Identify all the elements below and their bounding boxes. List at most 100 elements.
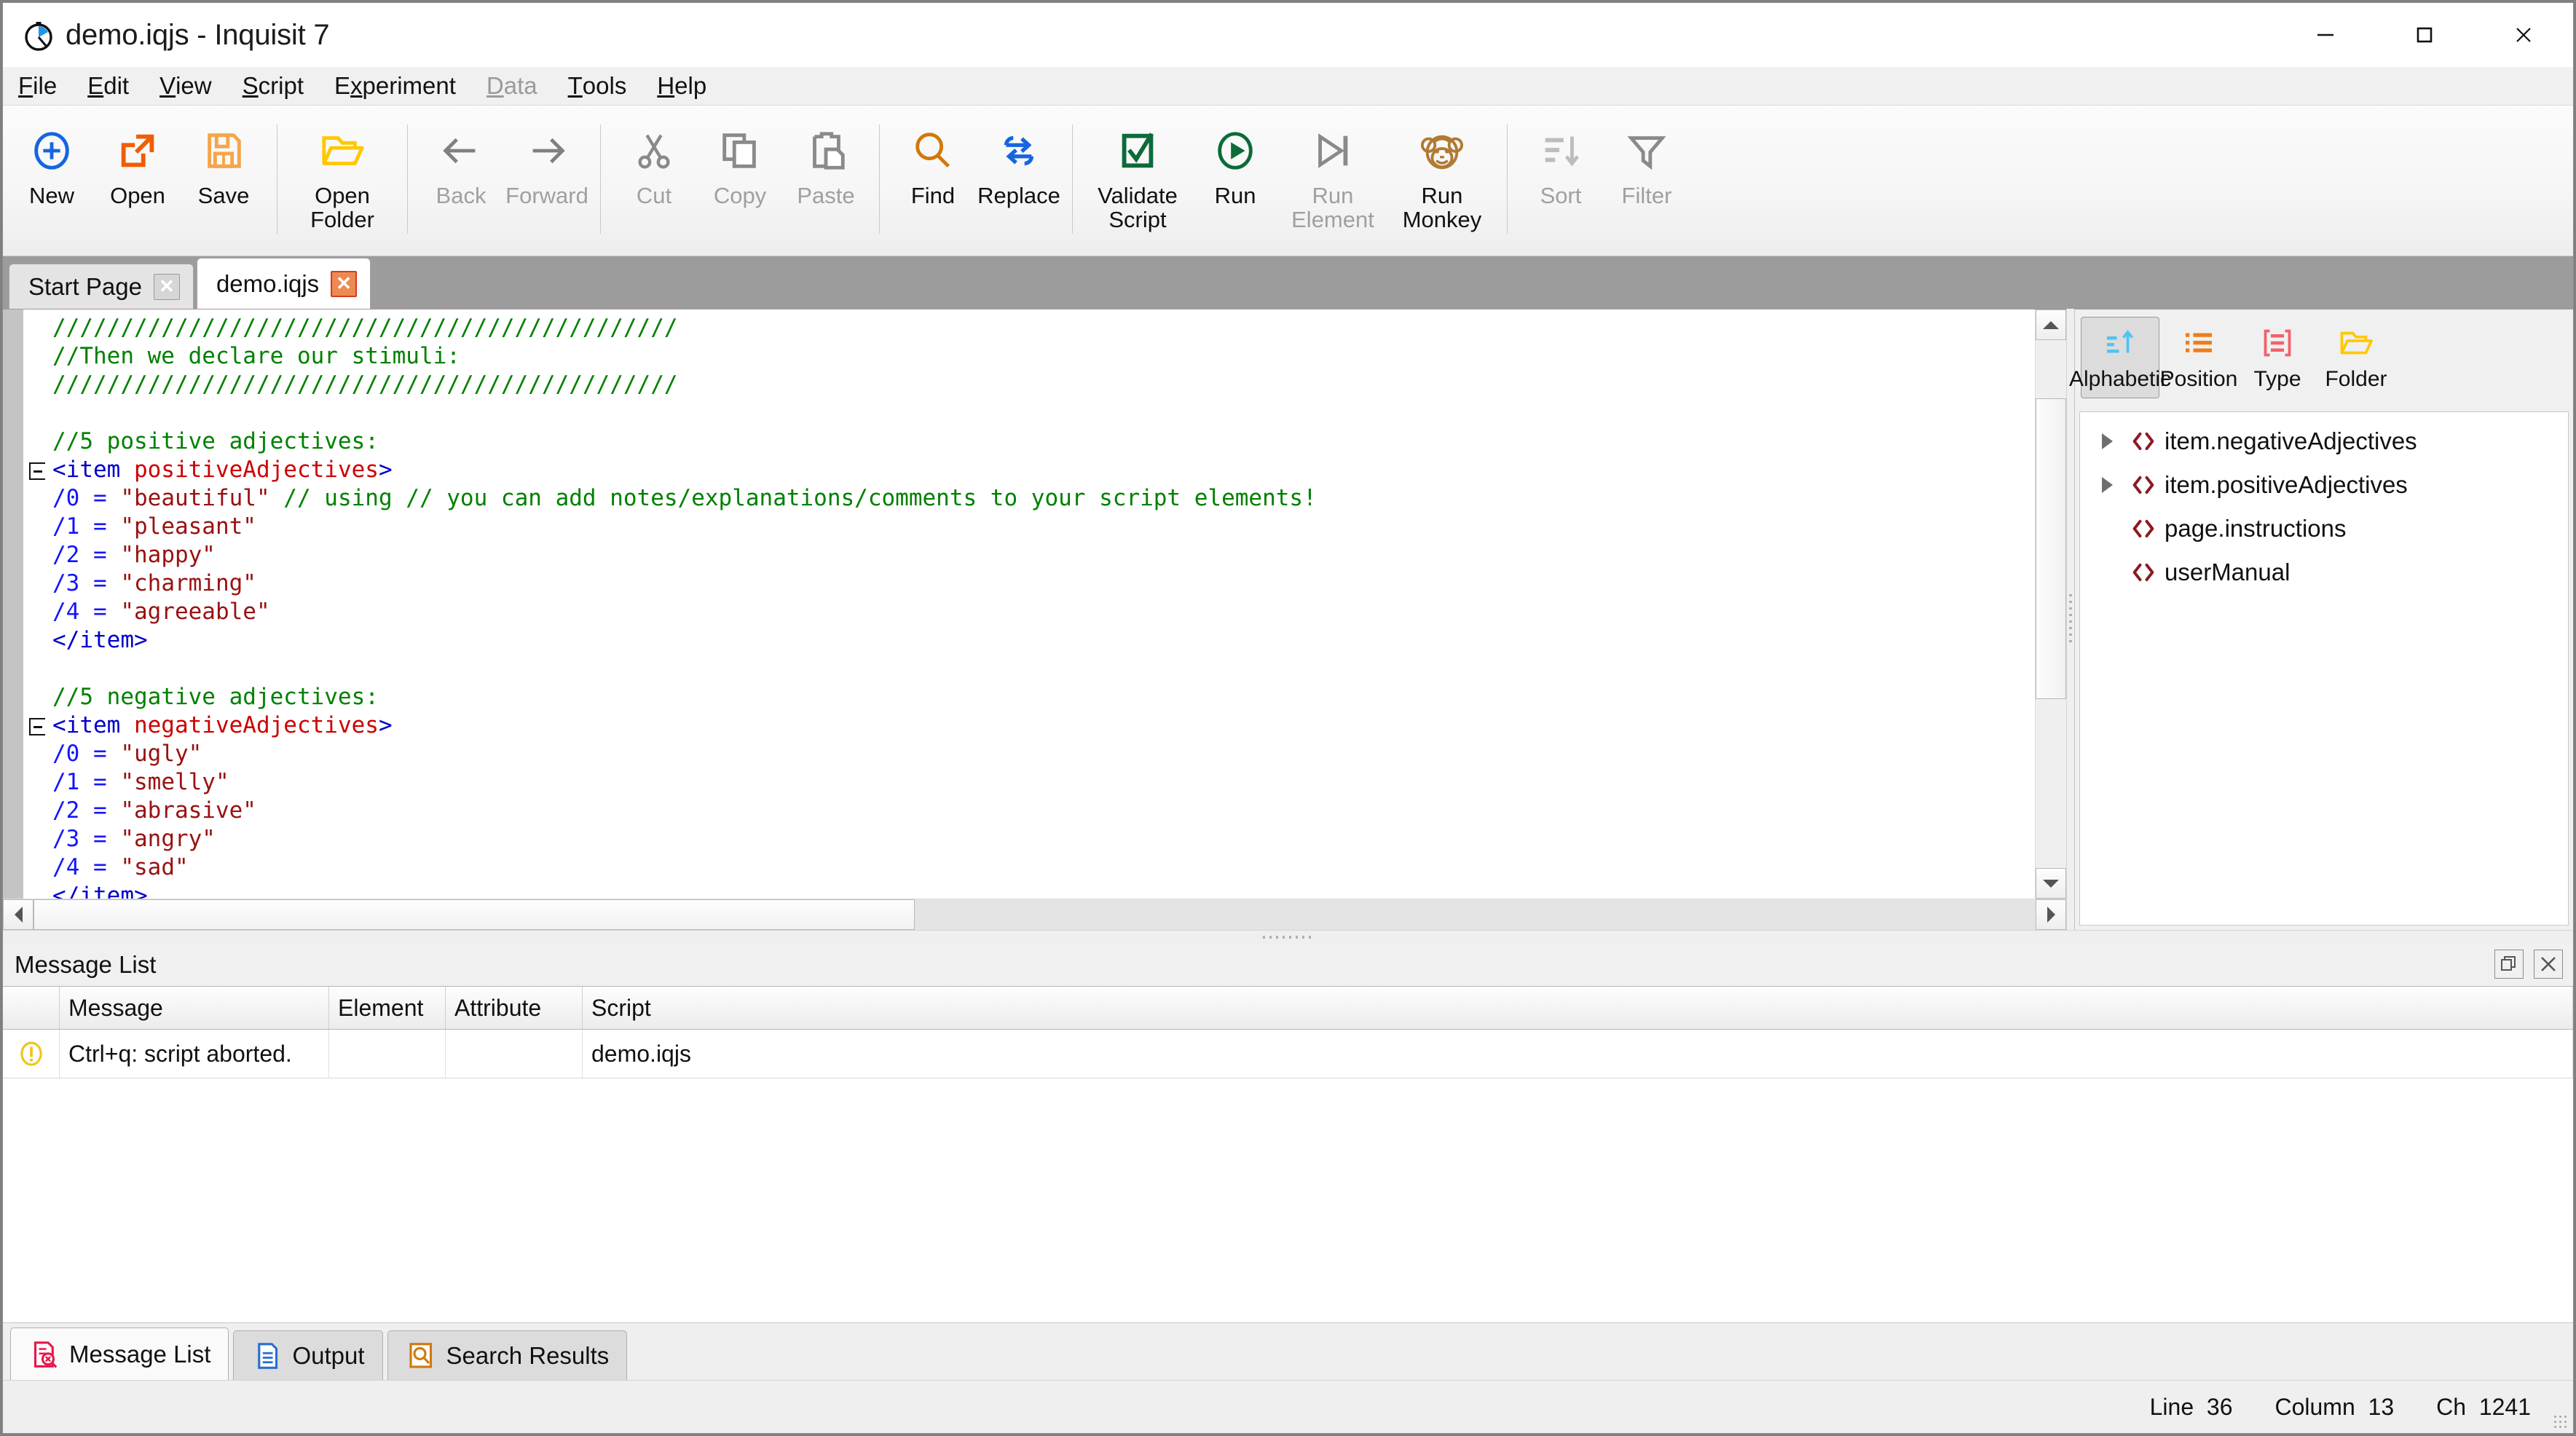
tree-item-label: page.instructions <box>2165 515 2347 542</box>
status-ch-label: Ch <box>2436 1393 2467 1420</box>
close-icon[interactable] <box>2474 3 2573 67</box>
toolbar-button-label: New <box>28 183 74 208</box>
editor-fold-margin <box>23 309 47 899</box>
expand-triangle-icon[interactable] <box>2092 477 2122 493</box>
document-tab-start-page[interactable]: Start Page ✕ <box>9 264 194 309</box>
menu-item-view[interactable]: View <box>144 67 227 105</box>
vertical-scroll-track[interactable] <box>2036 340 2066 868</box>
close-icon[interactable]: ✕ <box>331 270 358 297</box>
message-column-header[interactable]: Message <box>60 987 329 1029</box>
code-line: /1 = "smelly" <box>52 769 229 795</box>
horizontal-scroll-track[interactable] <box>34 899 2036 930</box>
toolbar-run-button[interactable]: Run <box>1192 111 1278 250</box>
toolbar-save-button[interactable]: Save <box>181 111 267 250</box>
main-content-area: ////////////////////////////////////////… <box>3 309 2573 930</box>
monkey-face-icon <box>1419 128 1465 173</box>
toolbar-open-button[interactable]: Open <box>95 111 181 250</box>
scroll-down-icon[interactable] <box>2036 868 2066 899</box>
bottom-tab-search-results[interactable]: Search Results <box>387 1330 628 1380</box>
explorer-view-label: Type <box>2253 367 2301 391</box>
bottom-tab-output[interactable]: Output <box>233 1330 383 1380</box>
code-line: /3 = "charming" <box>52 570 256 596</box>
resize-grip[interactable] <box>2553 1414 2569 1430</box>
tree-item[interactable]: userManual <box>2080 551 2568 594</box>
toolbar-cut-button: Cut <box>611 111 697 250</box>
arrow-left-icon <box>438 128 484 173</box>
message-table-rows: Ctrl+q: script aborted. demo.iqjs <box>3 1030 2573 1078</box>
toolbar-new-button[interactable]: New <box>9 111 95 250</box>
menu-item-help[interactable]: Help <box>642 67 722 105</box>
toolbar-button-label: Run Monkey <box>1402 183 1482 233</box>
checkbox-check-icon <box>1115 128 1160 173</box>
output-doc-icon <box>251 1341 283 1370</box>
warning-icon <box>3 1030 60 1078</box>
stopwatch-icon <box>22 17 57 52</box>
toolbar-run-monkey-button[interactable]: Run Monkey <box>1387 111 1497 250</box>
tree-item[interactable]: page.instructions <box>2080 507 2568 551</box>
explorer-view-alphabetic-button[interactable]: Alphabetic <box>2069 317 2171 398</box>
message-cell <box>446 1030 583 1078</box>
close-icon[interactable] <box>2534 950 2563 979</box>
toolbar-replace-button[interactable]: Replace <box>976 111 1062 250</box>
status-ch-value: 1241 <box>2478 1393 2531 1420</box>
bottom-tab-message-list[interactable]: Message List <box>10 1327 229 1380</box>
script-element-tree[interactable]: item.negativeAdjectives item.positiveAdje… <box>2079 411 2569 926</box>
code-line: /0 = "ugly" <box>52 741 202 767</box>
tree-item-label: item.negativeAdjectives <box>2165 427 2417 454</box>
close-icon[interactable]: ✕ <box>153 273 180 300</box>
menu-item-script[interactable]: Script <box>227 67 319 105</box>
tree-item-label: userManual <box>2165 559 2291 585</box>
vertical-splitter[interactable] <box>2066 309 2074 930</box>
tree-item[interactable]: item.negativeAdjectives <box>2080 419 2568 463</box>
toolbar-validate-script-button[interactable]: Validate Script <box>1083 111 1192 250</box>
status-line-value: 36 <box>2206 1393 2233 1420</box>
minimize-icon[interactable] <box>2276 3 2375 67</box>
horizontal-scroll-thumb[interactable] <box>34 899 915 930</box>
message-column-header[interactable]: Attribute <box>446 987 583 1029</box>
editor-vertical-scrollbar[interactable] <box>2035 309 2066 899</box>
scroll-up-icon[interactable] <box>2036 309 2066 340</box>
code-fold-toggle[interactable] <box>29 462 47 480</box>
toolbar-button-label: Find <box>910 183 956 208</box>
search-results-icon <box>406 1341 438 1370</box>
explorer-view-folder-button[interactable]: Folder <box>2317 317 2395 398</box>
toolbar-find-button[interactable]: Find <box>890 111 976 250</box>
horizontal-splitter[interactable] <box>3 930 2573 944</box>
toolbar-button-label: Run <box>1214 183 1256 208</box>
status-bar: Line 36 Column 13 Ch 1241 <box>3 1380 2573 1433</box>
maximize-icon[interactable] <box>2375 3 2474 67</box>
message-column-header[interactable]: Script <box>583 987 2573 1029</box>
explorer-view-position-button[interactable]: Position <box>2159 317 2238 398</box>
expand-triangle-icon[interactable] <box>2092 433 2122 449</box>
document-tab-demo-iqjs[interactable]: demo.iqjs ✕ <box>196 258 371 309</box>
toolbar-separator <box>600 125 601 234</box>
menu-item-file[interactable]: File <box>3 67 72 105</box>
menu-item-experiment[interactable]: Ex periment <box>319 67 471 105</box>
message-column-header[interactable]: Element <box>329 987 446 1029</box>
scroll-right-icon[interactable] <box>2036 899 2066 930</box>
dock-header: Message List <box>3 944 2573 987</box>
code-brackets-icon <box>2122 428 2165 454</box>
menu-item-tools[interactable]: Tools <box>553 67 642 105</box>
message-table: Message Element Attribute Script Ctrl+q: sc… <box>3 987 2573 1322</box>
main-window: demo.iqjs - Inquisit 7 File Edit View Scrip… <box>2 2 2574 1434</box>
status-column-value: 13 <box>2368 1393 2395 1420</box>
code-editor[interactable]: ////////////////////////////////////////… <box>45 309 2035 899</box>
scroll-left-icon[interactable] <box>3 899 34 930</box>
bottom-tab-strip: Message List Output Search Results <box>3 1322 2573 1380</box>
vertical-scroll-thumb[interactable] <box>2036 398 2066 699</box>
message-row[interactable]: Ctrl+q: script aborted. demo.iqjs <box>3 1030 2573 1078</box>
code-line: /4 = "sad" <box>52 854 189 880</box>
explorer-view-type-button[interactable]: Type <box>2238 317 2317 398</box>
code-fold-toggle[interactable] <box>29 718 47 735</box>
editor-horizontal-scrollbar[interactable] <box>3 899 2066 930</box>
menu-item-edit[interactable]: Edit <box>72 67 144 105</box>
explorer-view-toolbar: Alphabetic Position Type Folder <box>2069 309 2573 411</box>
message-column-header[interactable] <box>3 987 60 1029</box>
toolbar-button-label: Sort <box>1540 183 1582 208</box>
code-line: /1 = "pleasant" <box>52 513 256 540</box>
restore-window-icon[interactable] <box>2494 950 2524 979</box>
tree-item[interactable]: item.positiveAdjectives <box>2080 463 2568 507</box>
code-line: <item positiveAdjectives> <box>52 457 393 483</box>
toolbar-open-folder-button[interactable]: Open Folder <box>288 111 397 250</box>
